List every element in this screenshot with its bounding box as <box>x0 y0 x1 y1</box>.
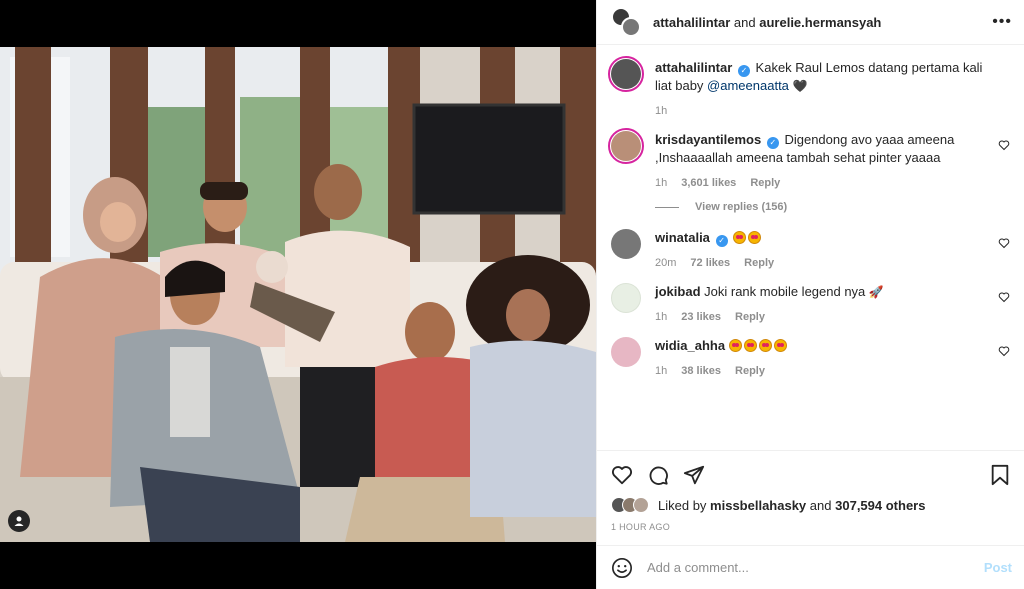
avatar <box>633 497 649 513</box>
avatar[interactable] <box>608 56 644 92</box>
view-replies-button[interactable]: View replies (156) <box>655 201 1010 213</box>
heart-eyes-emoji-icon <box>728 339 742 352</box>
like-comment-heart-icon[interactable] <box>998 345 1010 357</box>
caption-mention[interactable]: @ameenaatta <box>707 78 789 93</box>
comment-username[interactable]: winatalia <box>655 230 710 245</box>
rocket-emoji-icon: 🚀 <box>868 285 884 299</box>
caption: attahalilintar ✓ Kakek Raul Lemos datang… <box>608 56 1010 117</box>
comment-likes[interactable]: 72 likes <box>690 257 730 269</box>
author-username-2[interactable]: aurelie.hermansyah <box>759 15 881 30</box>
collab-avatars[interactable] <box>611 7 641 37</box>
user-tag-icon[interactable] <box>8 510 30 532</box>
liked-by-and: and <box>809 497 832 513</box>
emoji-picker-icon[interactable] <box>611 557 633 579</box>
heart-eyes-emoji-icon <box>733 231 747 244</box>
comments-list[interactable]: attahalilintar ✓ Kakek Raul Lemos datang… <box>597 45 1024 450</box>
heart-eyes-emoji-icon <box>748 231 762 244</box>
verified-badge-icon: ✓ <box>766 137 779 149</box>
verified-badge-icon: ✓ <box>737 65 750 77</box>
post-photo[interactable] <box>0 47 596 542</box>
heart-eyes-emoji-icon <box>743 339 757 352</box>
save-bookmark-icon[interactable] <box>990 464 1010 486</box>
post-media-panel <box>0 0 596 589</box>
more-horizontal-icon[interactable]: ••• <box>992 13 1012 31</box>
comment-likes[interactable]: 23 likes <box>681 311 721 323</box>
comment-item: jokibad Joki rank mobile legend nya 🚀 1h… <box>611 283 1010 323</box>
like-comment-heart-icon[interactable] <box>998 139 1010 151</box>
reply-button[interactable]: Reply <box>750 177 780 189</box>
family-photo-illustration <box>0 47 596 542</box>
post-time-ago[interactable]: 1 HOUR AGO <box>611 522 1010 532</box>
heart-eyes-emoji-icon <box>773 339 787 352</box>
avatar[interactable] <box>611 283 641 313</box>
likes-summary[interactable]: Liked by missbellahasky and 307,594 othe… <box>611 497 1010 513</box>
replies-divider <box>655 206 679 208</box>
reply-button[interactable]: Reply <box>735 365 765 377</box>
caption-username[interactable]: attahalilintar <box>655 60 732 75</box>
post-header: attahalilintar and aurelie.hermansyah ••… <box>597 0 1024 45</box>
comment-time[interactable]: 1h <box>655 365 667 377</box>
view-replies-label: View replies (156) <box>695 201 788 213</box>
avatar[interactable] <box>611 337 641 367</box>
liked-by-user[interactable]: missbellahasky <box>710 498 806 513</box>
add-comment-bar: Post <box>597 545 1024 589</box>
post-actions: Liked by missbellahasky and 307,594 othe… <box>597 450 1024 532</box>
authors-joiner: and <box>733 14 756 30</box>
post-authors: attahalilintar and aurelie.hermansyah <box>653 15 881 30</box>
avatar <box>621 17 641 37</box>
comment-item: widia_ahha 1h 38 likes Reply <box>611 337 1010 377</box>
comment-time[interactable]: 1h <box>655 177 667 189</box>
author-username-1[interactable]: attahalilintar <box>653 15 730 30</box>
verified-badge-icon: ✓ <box>715 235 728 247</box>
heart-eyes-emoji-icon <box>758 339 772 352</box>
comment-username[interactable]: krisdayantilemos <box>655 132 761 147</box>
like-comment-heart-icon[interactable] <box>998 291 1010 303</box>
comment-username[interactable]: widia_ahha <box>655 338 725 353</box>
comment-time[interactable]: 1h <box>655 311 667 323</box>
reply-button[interactable]: Reply <box>735 311 765 323</box>
comment-time[interactable]: 20m <box>655 257 676 269</box>
share-send-icon[interactable] <box>683 464 705 486</box>
like-heart-icon[interactable] <box>611 464 633 486</box>
comment-bubble-icon[interactable] <box>647 464 669 486</box>
comment-text: Joki rank mobile legend nya <box>704 284 866 299</box>
avatar[interactable] <box>611 229 641 259</box>
post-details-panel: attahalilintar and aurelie.hermansyah ••… <box>596 0 1024 589</box>
add-comment-input[interactable] <box>647 560 984 575</box>
post-comment-button[interactable]: Post <box>984 560 1012 575</box>
caption-time[interactable]: 1h <box>655 105 667 117</box>
liked-by-prefix: Liked by <box>658 497 707 513</box>
comment-item: winatalia ✓ 20m 72 likes Reply <box>611 229 1010 269</box>
comment-likes[interactable]: 38 likes <box>681 365 721 377</box>
reply-button[interactable]: Reply <box>744 257 774 269</box>
comment-username[interactable]: jokibad <box>655 284 701 299</box>
comment-likes[interactable]: 3,601 likes <box>681 177 736 189</box>
avatar[interactable] <box>608 128 644 164</box>
liked-by-others[interactable]: 307,594 others <box>835 498 925 513</box>
black-heart-icon: 🖤 <box>792 79 808 93</box>
like-comment-heart-icon[interactable] <box>998 237 1010 249</box>
comment-item: krisdayantilemos ✓ Digendong avo yaaa am… <box>608 128 1010 189</box>
